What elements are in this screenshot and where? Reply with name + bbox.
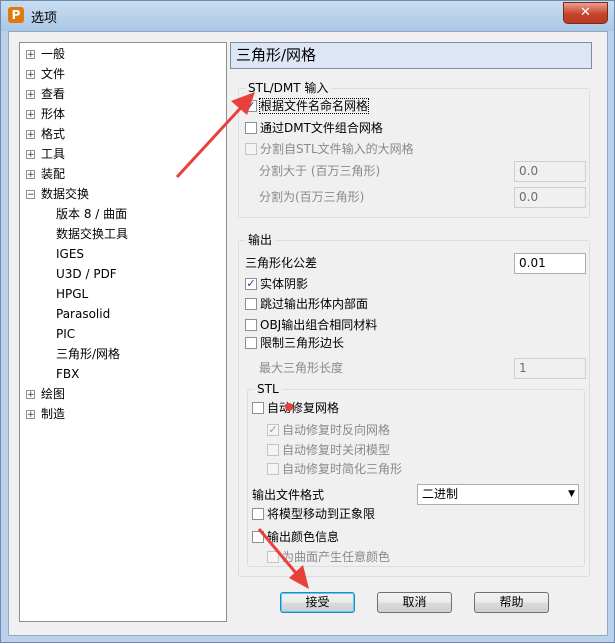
annotation-dot — [285, 403, 293, 411]
annotation-arrows — [175, 92, 309, 589]
annotation-arrow-top — [175, 92, 255, 179]
options-dialog: P 选项 ✕ + 一般 + 文件 + 查看 + 形体 + 格式 + 工具 + 装配 − 数据交换… — [0, 0, 615, 643]
annotation-arrow-bottom — [257, 528, 309, 589]
